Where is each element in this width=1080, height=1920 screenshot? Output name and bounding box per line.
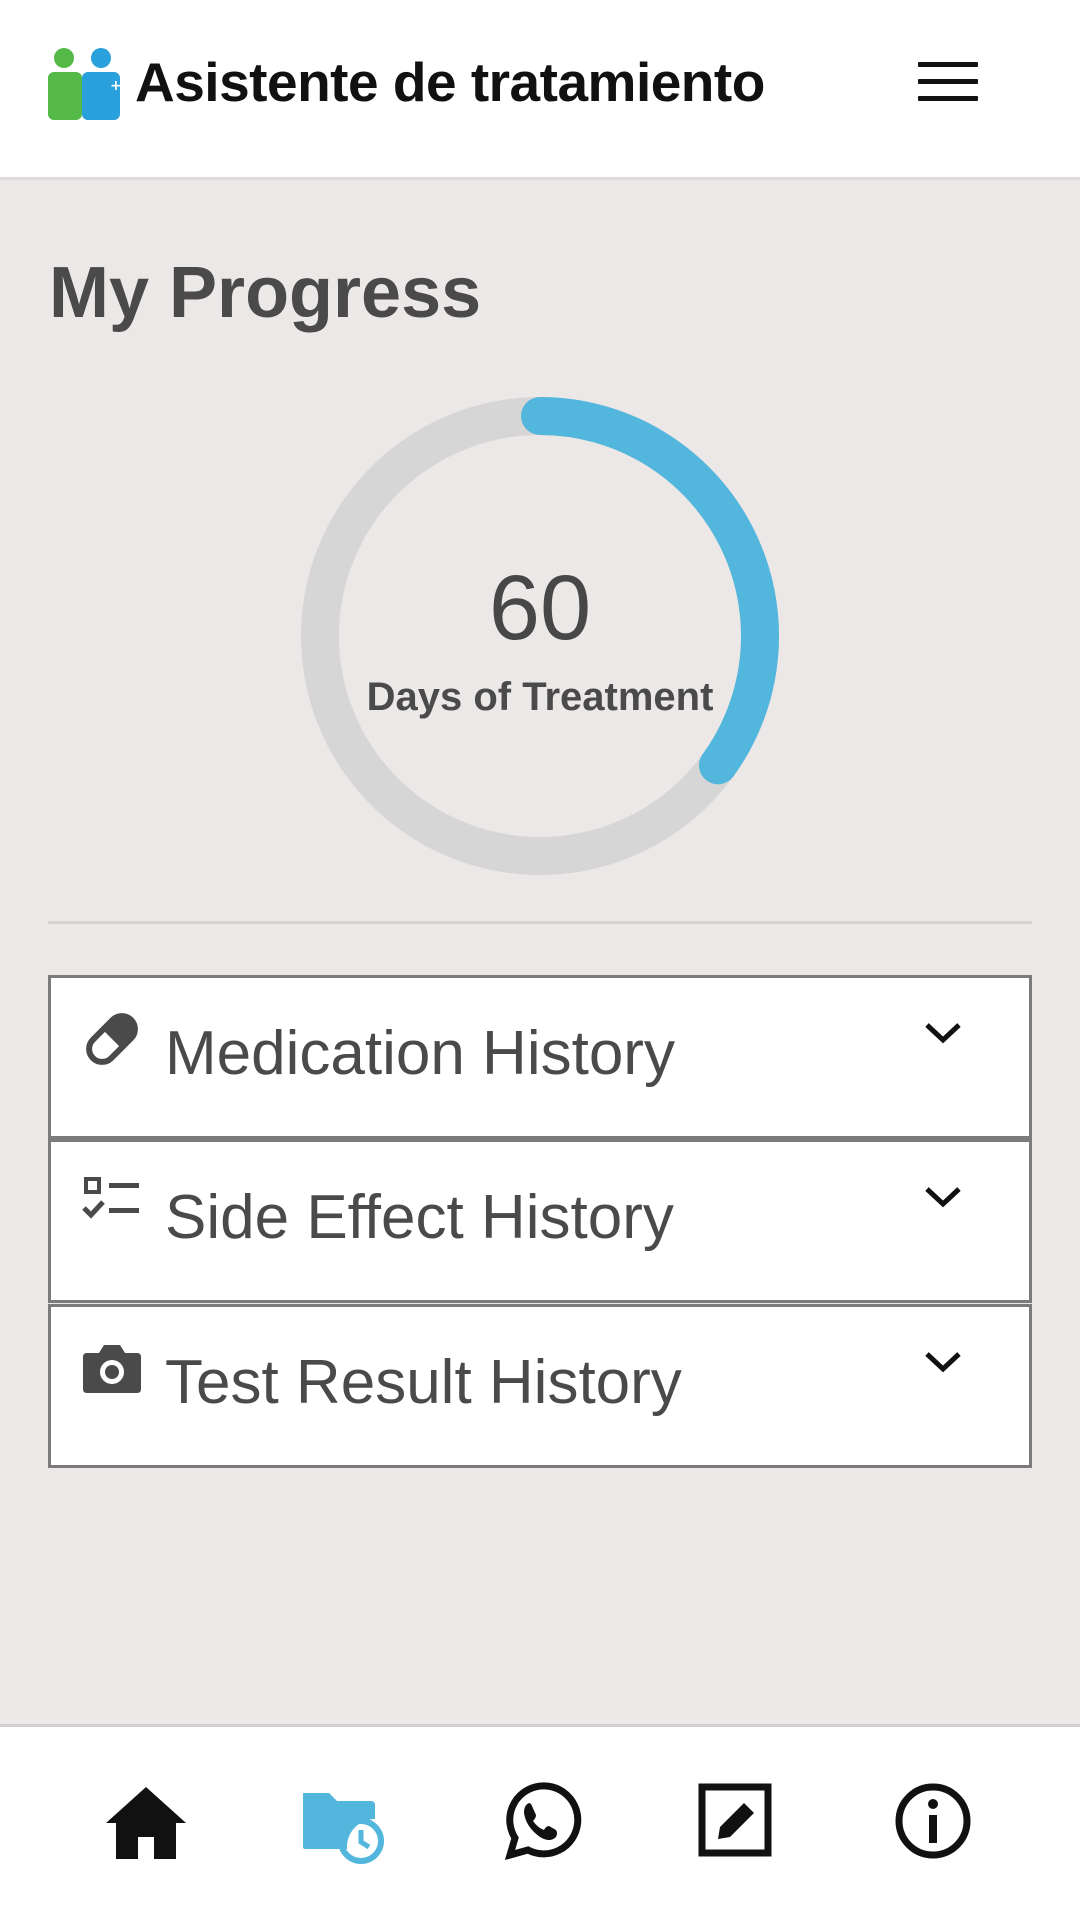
history-folder-icon — [303, 1793, 384, 1864]
section-divider — [48, 921, 1032, 924]
info-icon — [895, 1783, 971, 1859]
menu-bar — [918, 62, 978, 67]
menu-bar — [918, 79, 978, 84]
page-title: My Progress — [49, 253, 482, 333]
test-result-history-panel[interactable]: Test Result History — [48, 1304, 1032, 1468]
medication-history-panel[interactable]: Medication History — [48, 975, 1032, 1139]
app-title: Asistente de tratamiento — [135, 51, 765, 113]
camera-icon — [83, 1345, 141, 1393]
hamburger-menu-button[interactable] — [918, 62, 978, 106]
app-screen: + Asistente de tratamiento My Progress 6… — [0, 0, 1080, 1920]
accordion-label: Medication History — [165, 1019, 675, 1088]
days-label: Days of Treatment — [366, 675, 714, 719]
home-icon — [106, 1787, 186, 1859]
svg-text:+: + — [110, 78, 122, 94]
accordion-label: Side Effect History — [165, 1183, 674, 1252]
menu-bar — [918, 96, 978, 101]
edit-icon — [698, 1783, 772, 1857]
chevron-down-icon — [925, 1352, 961, 1373]
nav-edit-button[interactable] — [692, 1777, 780, 1865]
accordion-label: Test Result History — [165, 1348, 682, 1417]
people-medical-logo-icon: + — [48, 48, 122, 120]
checklist-icon — [82, 1177, 139, 1219]
bottom-navigation — [0, 1724, 1080, 1920]
app-header: + Asistente de tratamiento — [0, 0, 1080, 180]
nav-info-button[interactable] — [889, 1777, 977, 1865]
chevron-down-icon — [925, 1187, 961, 1208]
nav-whatsapp-button[interactable] — [496, 1777, 584, 1865]
days-count: 60 — [488, 557, 592, 659]
nav-history-button[interactable] — [299, 1777, 387, 1865]
treatment-progress-ring: 60 Days of Treatment — [292, 388, 788, 884]
nav-home-button[interactable] — [102, 1777, 190, 1865]
whatsapp-icon — [504, 1782, 582, 1861]
pill-icon — [86, 1013, 138, 1065]
side-effect-history-panel[interactable]: Side Effect History — [48, 1139, 1032, 1303]
chevron-down-icon — [925, 1023, 961, 1044]
